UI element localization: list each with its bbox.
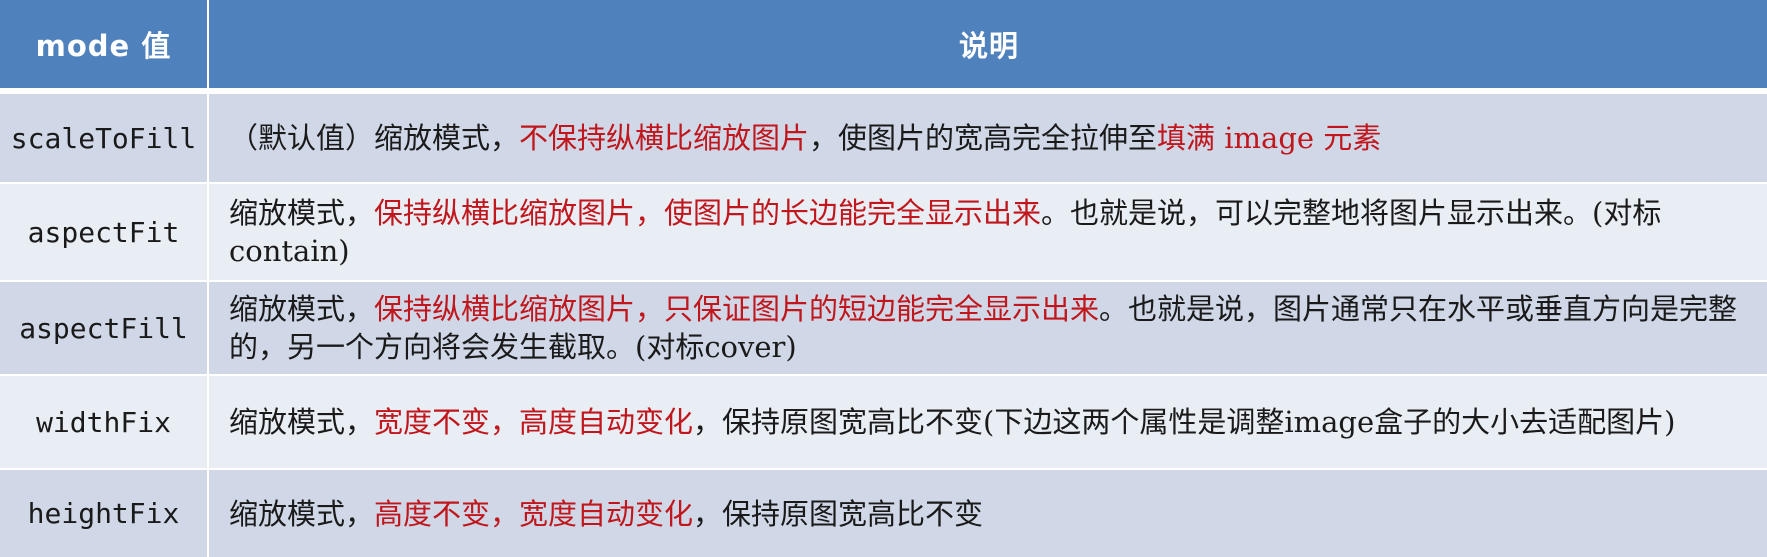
mode-cell: heightFix [0, 470, 209, 557]
mode-value: scaleToFill [10, 121, 197, 155]
table-header: mode 值 说明 [0, 0, 1767, 88]
desc-segment: 缩放模式， [229, 496, 375, 531]
desc-segment: ，保持原图宽高比不变 [693, 496, 984, 531]
mode-description: 缩放模式，高度不变，宽度自动变化，保持原图宽高比不变 [229, 495, 983, 533]
desc-cell: 缩放模式，宽度不变，高度自动变化，保持原图宽高比不变(下边这两个属性是调整ima… [211, 376, 1767, 468]
mode-cell: aspectFill [0, 282, 209, 374]
table-row: heightFix 缩放模式，高度不变，宽度自动变化，保持原图宽高比不变 [0, 470, 1767, 557]
header-desc-label: 说明 [958, 29, 1019, 63]
header-mode-cell: mode 值 [0, 0, 209, 88]
mode-description: 缩放模式，保持纵横比缩放图片，只保证图片的短边能完全显示出来。也就是说，图片通常… [229, 290, 1751, 366]
desc-segment: 缩放模式， [229, 292, 375, 326]
mode-cell: aspectFit [0, 184, 209, 280]
desc-cell: 缩放模式，高度不变，宽度自动变化，保持原图宽高比不变 [211, 470, 1767, 557]
desc-segment: 缩放模式， [229, 405, 375, 439]
mode-description: （默认值）缩放模式，不保持纵横比缩放图片，使图片的宽高完全拉伸至填满 image… [229, 119, 1381, 157]
desc-cell: 缩放模式，保持纵横比缩放图片，只保证图片的短边能完全显示出来。也就是说，图片通常… [211, 282, 1767, 374]
table-row: aspectFit 缩放模式，保持纵横比缩放图片，使图片的长边能完全显示出来。也… [0, 184, 1767, 280]
desc-highlight: 保持纵横比缩放图片，只保证图片的短边能完全显示出来 [374, 292, 1100, 326]
mode-description: 缩放模式，宽度不变，高度自动变化，保持原图宽高比不变(下边这两个属性是调整ima… [229, 403, 1675, 441]
header-mode-label: mode 值 [35, 29, 172, 63]
header-desc-cell: 说明 [211, 0, 1767, 88]
desc-highlight: 保持纵横比缩放图片，使图片的长边能完全显示出来 [374, 196, 1042, 230]
desc-segment: 缩放模式， [229, 196, 375, 230]
mode-value: aspectFit [27, 215, 180, 249]
desc-highlight: 宽度不变，高度自动变化 [374, 405, 694, 439]
table-row: aspectFill 缩放模式，保持纵横比缩放图片，只保证图片的短边能完全显示出… [0, 282, 1767, 374]
mode-description: 缩放模式，保持纵横比缩放图片，使图片的长边能完全显示出来。也就是说，可以完整地将… [229, 194, 1751, 270]
desc-segment: （默认值）缩放模式， [229, 121, 520, 155]
mode-cell: scaleToFill [0, 94, 209, 182]
mode-value: widthFix [36, 405, 171, 439]
mode-value: aspectFill [19, 311, 188, 345]
desc-segment: ，使图片的宽高完全拉伸至 [809, 121, 1158, 155]
desc-cell: 缩放模式，保持纵横比缩放图片，使图片的长边能完全显示出来。也就是说，可以完整地将… [211, 184, 1767, 280]
mode-cell: widthFix [0, 376, 209, 468]
desc-cell: （默认值）缩放模式，不保持纵横比缩放图片，使图片的宽高完全拉伸至填满 image… [211, 94, 1767, 182]
desc-highlight: 不保持纵横比缩放图片 [519, 121, 810, 155]
desc-segment: ，保持原图宽高比不变(下边这两个属性是调整image盒子的大小去适配图片) [693, 405, 1676, 439]
desc-highlight: 填满 image 元素 [1157, 121, 1382, 155]
mode-value: heightFix [27, 497, 180, 530]
table-row: scaleToFill （默认值）缩放模式，不保持纵横比缩放图片，使图片的宽高完… [0, 94, 1767, 182]
desc-highlight: 高度不变，宽度自动变化 [374, 496, 694, 531]
table-row: widthFix 缩放模式，宽度不变，高度自动变化，保持原图宽高比不变(下边这两… [0, 376, 1767, 468]
mode-table: mode 值 说明 scaleToFill （默认值）缩放模式，不保持纵横比缩放… [0, 0, 1767, 557]
